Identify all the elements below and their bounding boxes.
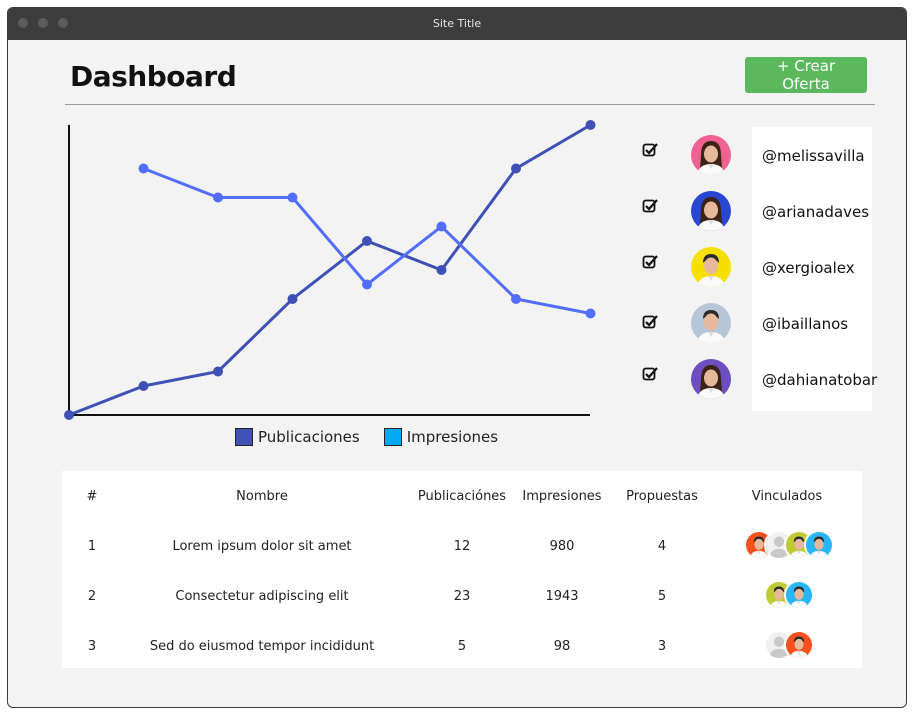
table-header-cell: Publicaciónes <box>417 489 507 504</box>
data-point-publicaciones <box>585 120 596 130</box>
user-checkbox-icon[interactable] <box>642 314 658 330</box>
data-point-impresiones <box>287 192 298 203</box>
table-cell-propuestas: 5 <box>657 589 667 604</box>
table-cell-impresiones: 98 <box>553 639 571 654</box>
table-cell-propuestas: 3 <box>657 639 667 654</box>
user-checkbox-icon[interactable] <box>642 142 658 158</box>
data-point-publicaciones <box>511 163 521 174</box>
chart-legend: Publicaciones Impresiones <box>235 428 498 446</box>
user-handles-panel: @melissavilla @arianadaves @xergioalex @iba… <box>752 127 877 411</box>
user-handle[interactable]: @dahianatobar <box>762 371 877 389</box>
table-header-cell: # <box>86 489 98 504</box>
window-title: Site Title <box>432 17 482 30</box>
linked-user-avatar[interactable] <box>784 580 814 610</box>
table-cell-n: 1 <box>87 539 97 554</box>
header-divider <box>65 104 875 105</box>
avatar-woman-icon <box>691 135 731 175</box>
table-header-cell: Vinculados <box>751 489 823 504</box>
user-handle[interactable]: @arianadaves <box>762 203 869 221</box>
table-header-cell: Impresiones <box>522 489 602 504</box>
legend-swatch-publicaciones <box>235 428 253 446</box>
user-checkbox-icon[interactable] <box>642 366 658 382</box>
data-point-publicaciones <box>287 294 298 304</box>
user-handle[interactable]: @xergioalex <box>762 259 855 277</box>
legend-label-impresiones: Impresiones <box>406 428 499 446</box>
offers-table: # Nombre Publicaciónes Impresiones Propuesta… <box>62 471 862 668</box>
user-checkbox-icon[interactable] <box>642 254 658 270</box>
user-handle[interactable]: @melissavilla <box>762 147 865 165</box>
legend-label-publicaciones: Publicaciones <box>258 428 360 446</box>
data-point-publicaciones <box>64 410 74 420</box>
user-handle[interactable]: @ibaillanos <box>762 315 848 333</box>
table-cell-n: 2 <box>87 589 97 604</box>
legend-swatch-impresiones <box>383 428 402 446</box>
line-chart <box>64 120 596 420</box>
table-header-cell: Propuestas <box>626 489 698 504</box>
avatar-woman-icon <box>691 359 731 399</box>
table-cell-propuestas: 4 <box>657 539 667 554</box>
table-cell-publicaciones: 23 <box>453 589 471 604</box>
title-bar: Site Title <box>8 8 906 40</box>
data-point-publicaciones <box>138 381 149 391</box>
data-point-publicaciones <box>436 265 447 275</box>
table-cell-publicaciones: 5 <box>457 639 467 654</box>
table-cell-nombre: Lorem ipsum dolor sit amet <box>172 539 352 554</box>
data-point-impresiones <box>511 294 521 304</box>
linked-user-avatar[interactable] <box>784 630 814 660</box>
table-cell-nombre: Sed do eiusmod tempor incididunt <box>149 639 375 654</box>
browser-window: Site Title Dashboard + Crear Oferta Publ… <box>7 7 907 708</box>
data-point-impresiones <box>585 308 596 319</box>
table-cell-publicaciones: 12 <box>453 539 471 554</box>
table-header-cell: Nombre <box>236 489 288 504</box>
data-point-impresiones <box>213 192 223 203</box>
data-point-impresiones <box>436 221 447 232</box>
legend-item-impresiones: Impresiones <box>383 428 499 446</box>
data-point-publicaciones <box>362 236 372 246</box>
page-title: Dashboard <box>70 60 237 93</box>
avatar-woman-icon <box>691 191 731 231</box>
create-offer-button[interactable]: + Crear Oferta <box>745 57 867 93</box>
legend-item-publicaciones: Publicaciones <box>235 428 360 446</box>
table-cell-n: 3 <box>87 639 97 654</box>
table-cell-nombre: Consectetur adipiscing elit <box>175 589 349 604</box>
data-point-impresiones <box>362 279 372 290</box>
data-point-impresiones <box>138 163 149 174</box>
table-cell-impresiones: 1943 <box>545 589 579 604</box>
linked-user-avatar[interactable] <box>804 530 834 560</box>
table-cell-impresiones: 980 <box>549 539 575 554</box>
avatar-man-icon <box>691 303 731 343</box>
user-checkbox-icon[interactable] <box>642 198 658 214</box>
data-point-publicaciones <box>213 366 223 377</box>
avatar-man-icon <box>691 247 731 287</box>
